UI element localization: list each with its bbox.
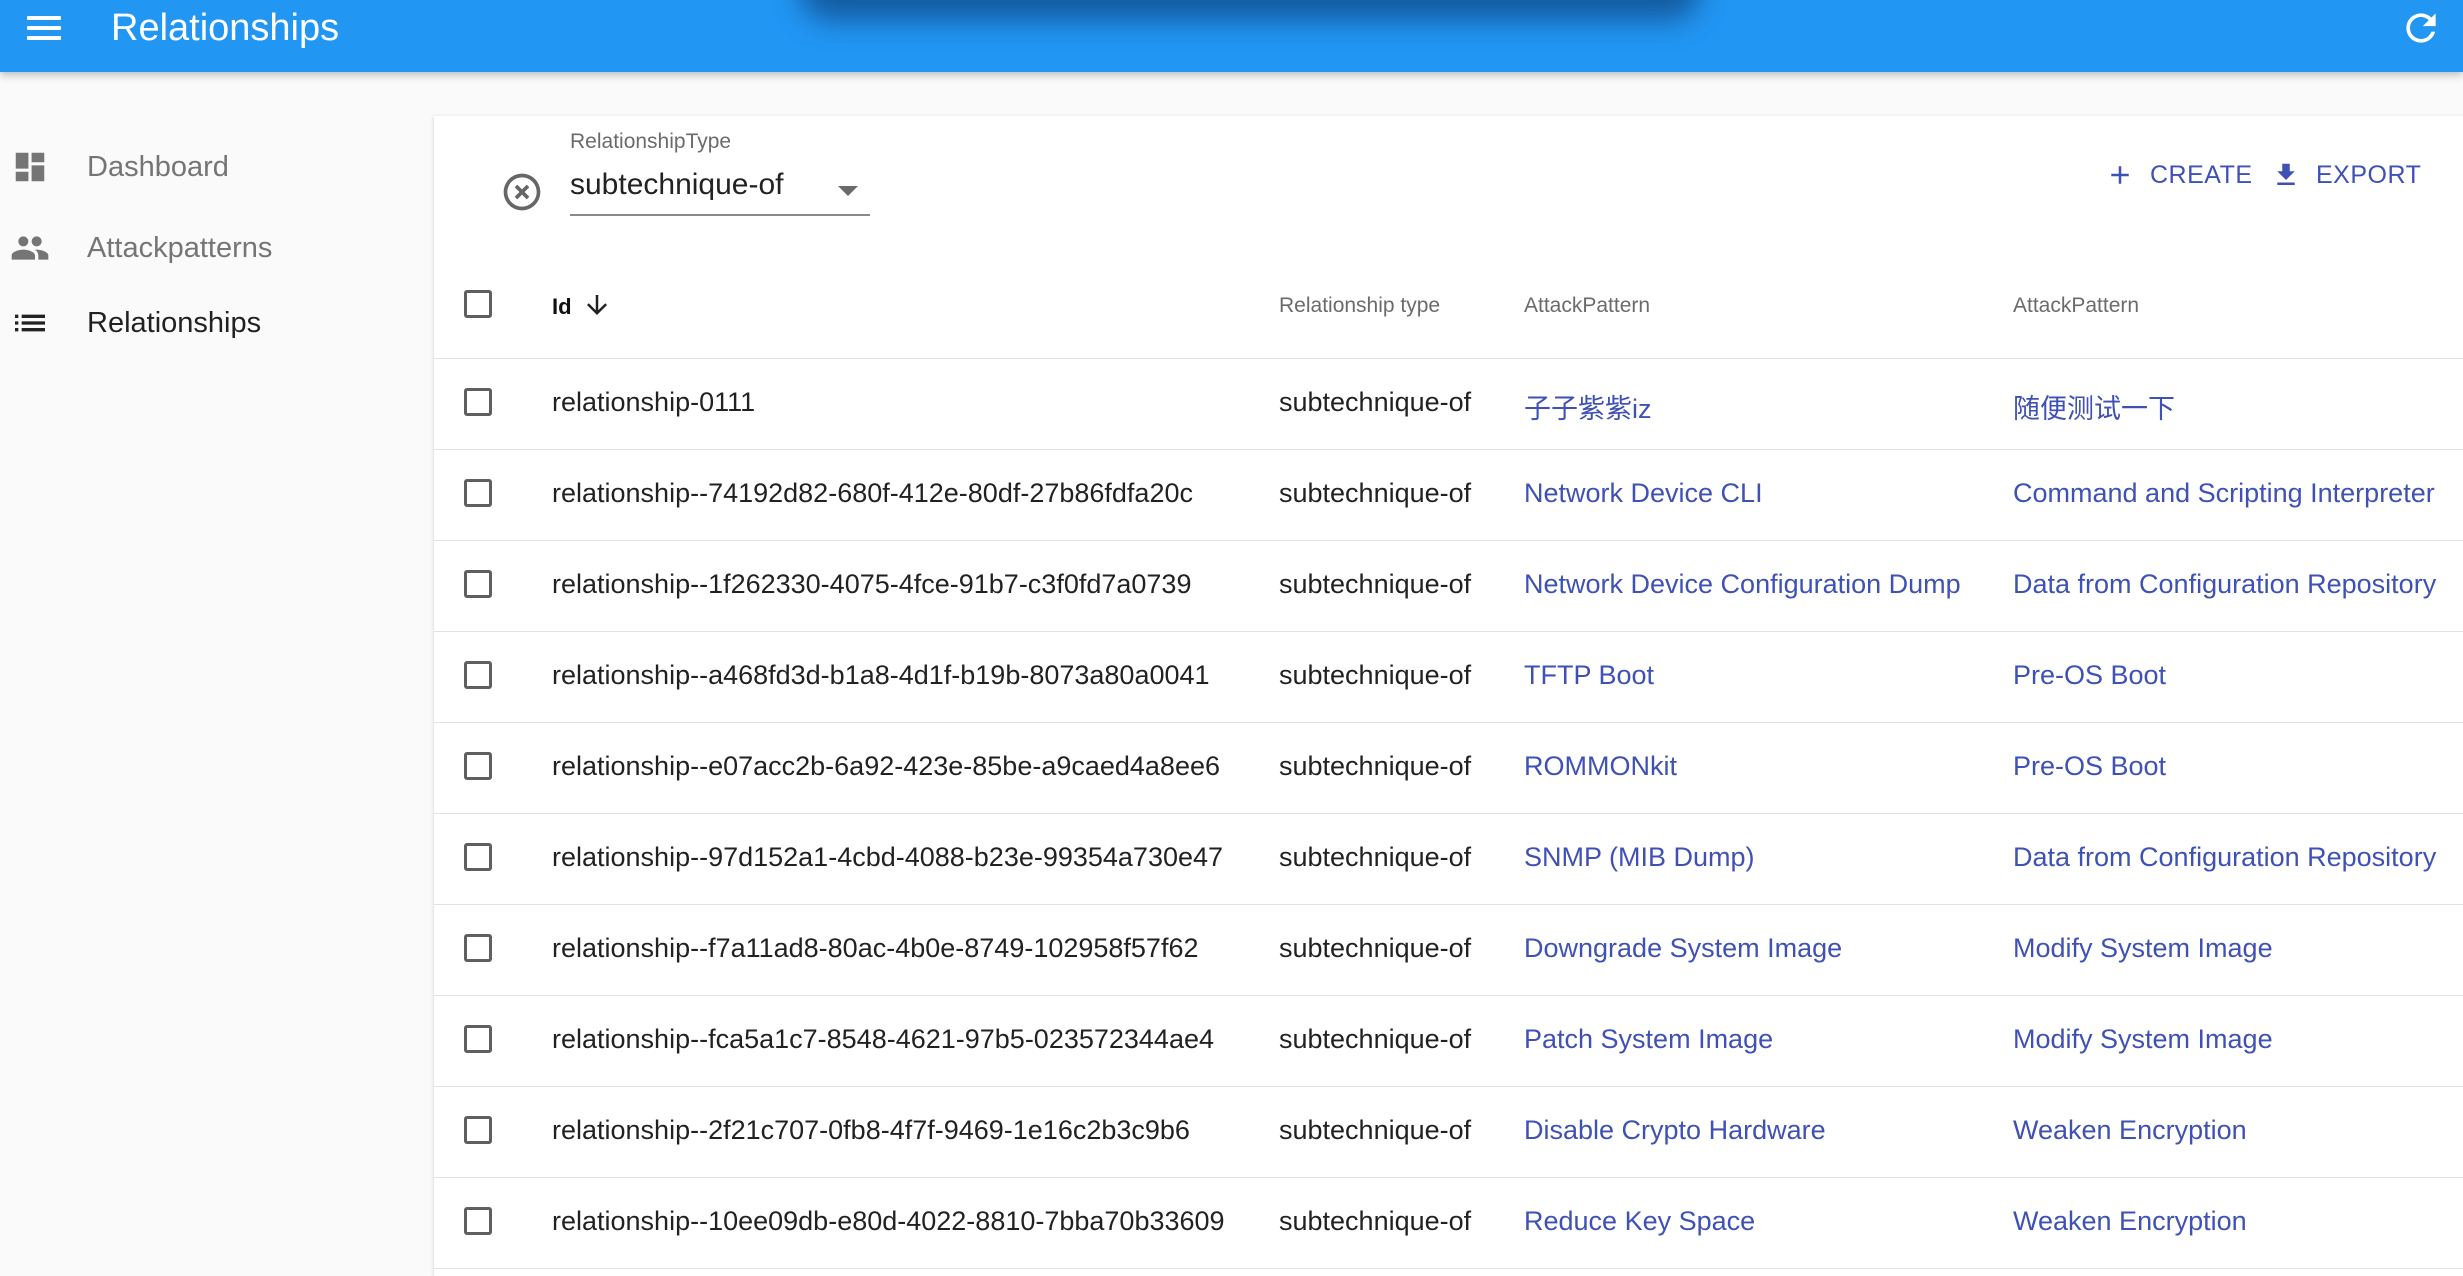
- source-attackpattern-link[interactable]: 子子紫紫iz: [1524, 387, 1652, 426]
- table-row[interactable]: relationship--fca5a1c7-8548-4621-97b5-02…: [434, 996, 2463, 1087]
- source-attackpattern-link[interactable]: Downgrade System Image: [1524, 933, 1842, 964]
- table-row[interactable]: relationship--1f262330-4075-4fce-91b7-c3…: [434, 541, 2463, 632]
- sidebar: Dashboard Attackpatterns Relationships: [0, 72, 430, 1266]
- cell-id: relationship--74192d82-680f-412e-80df-27…: [552, 478, 1193, 508]
- clear-filter-button[interactable]: [500, 170, 544, 214]
- source-attackpattern-link[interactable]: Patch System Image: [1524, 1024, 1773, 1055]
- table-row[interactable]: relationship--74192d82-680f-412e-80df-27…: [434, 450, 2463, 541]
- page-title: Relationships: [111, 7, 340, 49]
- source-attackpattern-link[interactable]: SNMP (MIB Dump): [1524, 842, 1755, 873]
- select-all-checkbox[interactable]: [464, 290, 492, 318]
- target-attackpattern-link[interactable]: Weaken Encryption: [2013, 1206, 2247, 1237]
- source-attackpattern-link[interactable]: Network Device CLI: [1524, 478, 1763, 509]
- cell-relationship-type: subtechnique-of: [1279, 660, 1472, 690]
- row-checkbox[interactable]: [464, 1207, 492, 1235]
- cell-relationship-type: subtechnique-of: [1279, 569, 1472, 599]
- table-row[interactable]: relationship--10ee09db-e80d-4022-8810-7b…: [434, 1178, 2463, 1269]
- filter-label: RelationshipType: [570, 130, 732, 153]
- table-header: Id Relationship type AttackPattern Attac…: [434, 252, 2463, 359]
- row-checkbox[interactable]: [464, 934, 492, 962]
- target-attackpattern-link[interactable]: Modify System Image: [2013, 933, 2273, 964]
- export-label: EXPORT: [2316, 160, 2422, 189]
- sidebar-item-label: Attackpatterns: [87, 231, 273, 264]
- cell-relationship-type: subtechnique-of: [1279, 478, 1472, 508]
- refresh-button[interactable]: [2399, 6, 2443, 50]
- menu-button[interactable]: [20, 8, 68, 48]
- cell-relationship-type: subtechnique-of: [1279, 1206, 1472, 1236]
- source-attackpattern-link[interactable]: TFTP Boot: [1524, 660, 1654, 691]
- cell-id: relationship--1f262330-4075-4fce-91b7-c3…: [552, 569, 1192, 599]
- cell-relationship-type: subtechnique-of: [1279, 387, 1472, 417]
- column-header-id[interactable]: Id: [552, 294, 572, 320]
- row-checkbox[interactable]: [464, 661, 492, 689]
- row-checkbox[interactable]: [464, 752, 492, 780]
- cell-relationship-type: subtechnique-of: [1279, 1115, 1472, 1145]
- row-checkbox[interactable]: [464, 1116, 492, 1144]
- create-label: CREATE: [2150, 160, 2253, 189]
- target-attackpattern-link[interactable]: Pre-OS Boot: [2013, 660, 2166, 691]
- cell-relationship-type: subtechnique-of: [1279, 842, 1472, 872]
- cell-id: relationship--a468fd3d-b1a8-4d1f-b19b-80…: [552, 660, 1210, 690]
- target-attackpattern-link[interactable]: Modify System Image: [2013, 1024, 2273, 1055]
- menu-icon-bar: [27, 16, 61, 20]
- table-row[interactable]: relationship--f7a11ad8-80ac-4b0e-8749-10…: [434, 905, 2463, 996]
- table-row[interactable]: relationship--e07acc2b-6a92-423e-85be-a9…: [434, 723, 2463, 814]
- cell-id: relationship--e07acc2b-6a92-423e-85be-a9…: [552, 751, 1220, 781]
- plus-icon: [2104, 159, 2136, 191]
- cell-id: relationship--f7a11ad8-80ac-4b0e-8749-10…: [552, 933, 1199, 963]
- cell-id: relationship--fca5a1c7-8548-4621-97b5-02…: [552, 1024, 1215, 1054]
- target-attackpattern-link[interactable]: Pre-OS Boot: [2013, 751, 2166, 782]
- row-checkbox[interactable]: [464, 1025, 492, 1053]
- relationships-list-card: RelationshipType subtechnique-of CREATE …: [434, 116, 2463, 1276]
- cell-id: relationship--97d152a1-4cbd-4088-b23e-99…: [552, 842, 1224, 872]
- target-attackpattern-link[interactable]: Command and Scripting Interpreter: [2013, 478, 2435, 509]
- row-checkbox[interactable]: [464, 479, 492, 507]
- cell-relationship-type: subtechnique-of: [1279, 933, 1472, 963]
- clear-circle-icon: [503, 173, 541, 211]
- source-attackpattern-link[interactable]: Disable Crypto Hardware: [1524, 1115, 1826, 1146]
- relationship-type-select[interactable]: subtechnique-of: [570, 164, 870, 216]
- table-row[interactable]: relationship--97d152a1-4cbd-4088-b23e-99…: [434, 814, 2463, 905]
- target-attackpattern-link[interactable]: 随便测试一下: [2013, 387, 2175, 426]
- row-checkbox[interactable]: [464, 570, 492, 598]
- sidebar-item-dashboard[interactable]: Dashboard: [0, 132, 430, 202]
- target-attackpattern-link[interactable]: Weaken Encryption: [2013, 1115, 2247, 1146]
- column-header-relationship-type[interactable]: Relationship type: [1279, 294, 1440, 318]
- arrow-down-icon[interactable]: [582, 290, 612, 320]
- sidebar-item-label: Relationships: [87, 306, 262, 339]
- sidebar-item-attackpatterns[interactable]: Attackpatterns: [0, 213, 430, 283]
- table-row[interactable]: relationship--2f21c707-0fb8-4f7f-9469-1e…: [434, 1087, 2463, 1178]
- cell-id: relationship--10ee09db-e80d-4022-8810-7b…: [552, 1206, 1225, 1236]
- download-icon: [2270, 159, 2302, 191]
- source-attackpattern-link[interactable]: ROMMONkit: [1524, 751, 1677, 782]
- selected-value: subtechnique-of: [570, 168, 784, 201]
- menu-icon-bar: [27, 36, 61, 40]
- overlay-shadow: [800, 0, 1700, 20]
- row-checkbox[interactable]: [464, 388, 492, 416]
- cell-relationship-type: subtechnique-of: [1279, 1024, 1472, 1054]
- cell-id: relationship--2f21c707-0fb8-4f7f-9469-1e…: [552, 1115, 1190, 1145]
- source-attackpattern-link[interactable]: Network Device Configuration Dump: [1524, 569, 1961, 600]
- table-row[interactable]: relationship--a468fd3d-b1a8-4d1f-b19b-80…: [434, 632, 2463, 723]
- refresh-icon: [2406, 13, 2436, 43]
- column-header-target-attackpattern[interactable]: AttackPattern: [2013, 294, 2139, 318]
- sidebar-item-label: Dashboard: [87, 150, 229, 183]
- sidebar-item-relationships[interactable]: Relationships: [0, 288, 430, 358]
- dashboard-icon: [10, 147, 50, 187]
- app-bar: Relationships: [0, 0, 2463, 72]
- source-attackpattern-link[interactable]: Reduce Key Space: [1524, 1206, 1755, 1237]
- people-icon: [10, 228, 50, 268]
- chevron-down-icon: [838, 186, 858, 196]
- column-header-source-attackpattern[interactable]: AttackPattern: [1524, 294, 1650, 318]
- menu-icon-bar: [27, 26, 61, 30]
- row-checkbox[interactable]: [464, 843, 492, 871]
- target-attackpattern-link[interactable]: Data from Configuration Repository: [2013, 569, 2436, 600]
- cell-id: relationship-0111: [552, 387, 756, 417]
- list-icon: [10, 303, 50, 343]
- table-row[interactable]: relationship-0111 subtechnique-of 子子紫紫iz 随便…: [434, 359, 2463, 450]
- target-attackpattern-link[interactable]: Data from Configuration Repository: [2013, 842, 2436, 873]
- create-button[interactable]: CREATE: [2104, 152, 2253, 198]
- export-button[interactable]: EXPORT: [2270, 152, 2421, 198]
- cell-relationship-type: subtechnique-of: [1279, 751, 1472, 781]
